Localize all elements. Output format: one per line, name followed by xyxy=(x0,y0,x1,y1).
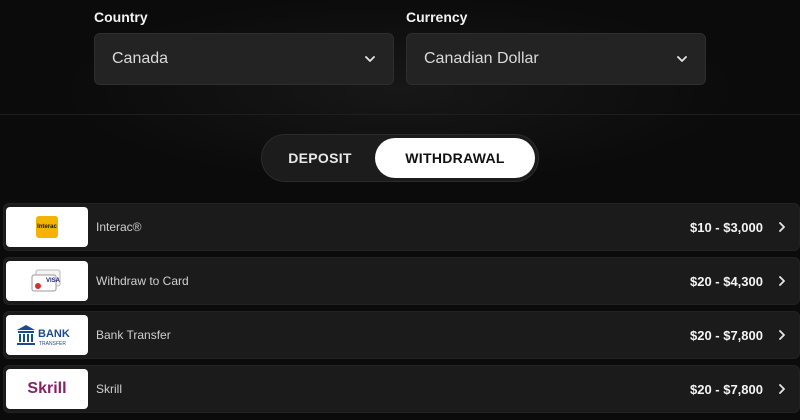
method-range: $20 - $7,800 xyxy=(689,327,763,343)
payment-method-row[interactable]: Skrill Skrill $20 - $7,800 xyxy=(3,365,800,413)
method-name: Bank Transfer xyxy=(96,328,171,342)
bank-transfer-logo: BANK TRANSFER xyxy=(6,315,88,355)
method-name: Withdraw to Card xyxy=(96,274,189,288)
country-value: Canada xyxy=(112,50,169,67)
svg-text:TRANSFER: TRANSFER xyxy=(39,341,66,347)
chevron-down-icon xyxy=(365,56,375,62)
method-name: Skrill xyxy=(96,382,122,396)
currency-select[interactable]: Canadian Dollar xyxy=(406,33,706,85)
currency-value: Canadian Dollar xyxy=(424,50,539,67)
chevron-right-icon xyxy=(779,384,785,394)
interac-logo: Interac xyxy=(6,207,88,247)
payment-method-row[interactable]: Interac Interac® $10 - $3,000 xyxy=(3,203,800,251)
payment-method-row[interactable]: VISA Withdraw to Card $20 - $4,300 xyxy=(3,257,800,305)
section-divider xyxy=(0,114,800,115)
chevron-right-icon xyxy=(779,222,785,232)
country-select[interactable]: Canada xyxy=(94,33,394,85)
card-logo: VISA xyxy=(6,261,88,301)
currency-label: Currency xyxy=(406,9,468,25)
chevron-right-icon xyxy=(779,276,785,286)
method-name: Interac® xyxy=(96,220,142,234)
method-range: $10 - $3,000 xyxy=(689,219,763,235)
method-range: $20 - $7,800 xyxy=(689,381,763,397)
chevron-down-icon xyxy=(677,56,687,62)
skrill-logo: Skrill xyxy=(6,369,88,409)
tab-deposit[interactable]: DEPOSIT xyxy=(265,138,375,178)
method-range: $20 - $4,300 xyxy=(689,273,763,289)
payment-method-row[interactable]: BANK TRANSFER Bank Transfer $20 - $7,800 xyxy=(3,311,800,359)
country-label: Country xyxy=(94,9,148,25)
svg-text:BANK: BANK xyxy=(38,328,70,340)
deposit-withdrawal-toggle: DEPOSIT WITHDRAWAL xyxy=(261,134,539,182)
svg-text:VISA: VISA xyxy=(46,278,61,284)
chevron-right-icon xyxy=(779,330,785,340)
tab-withdrawal[interactable]: WITHDRAWAL xyxy=(375,138,535,178)
